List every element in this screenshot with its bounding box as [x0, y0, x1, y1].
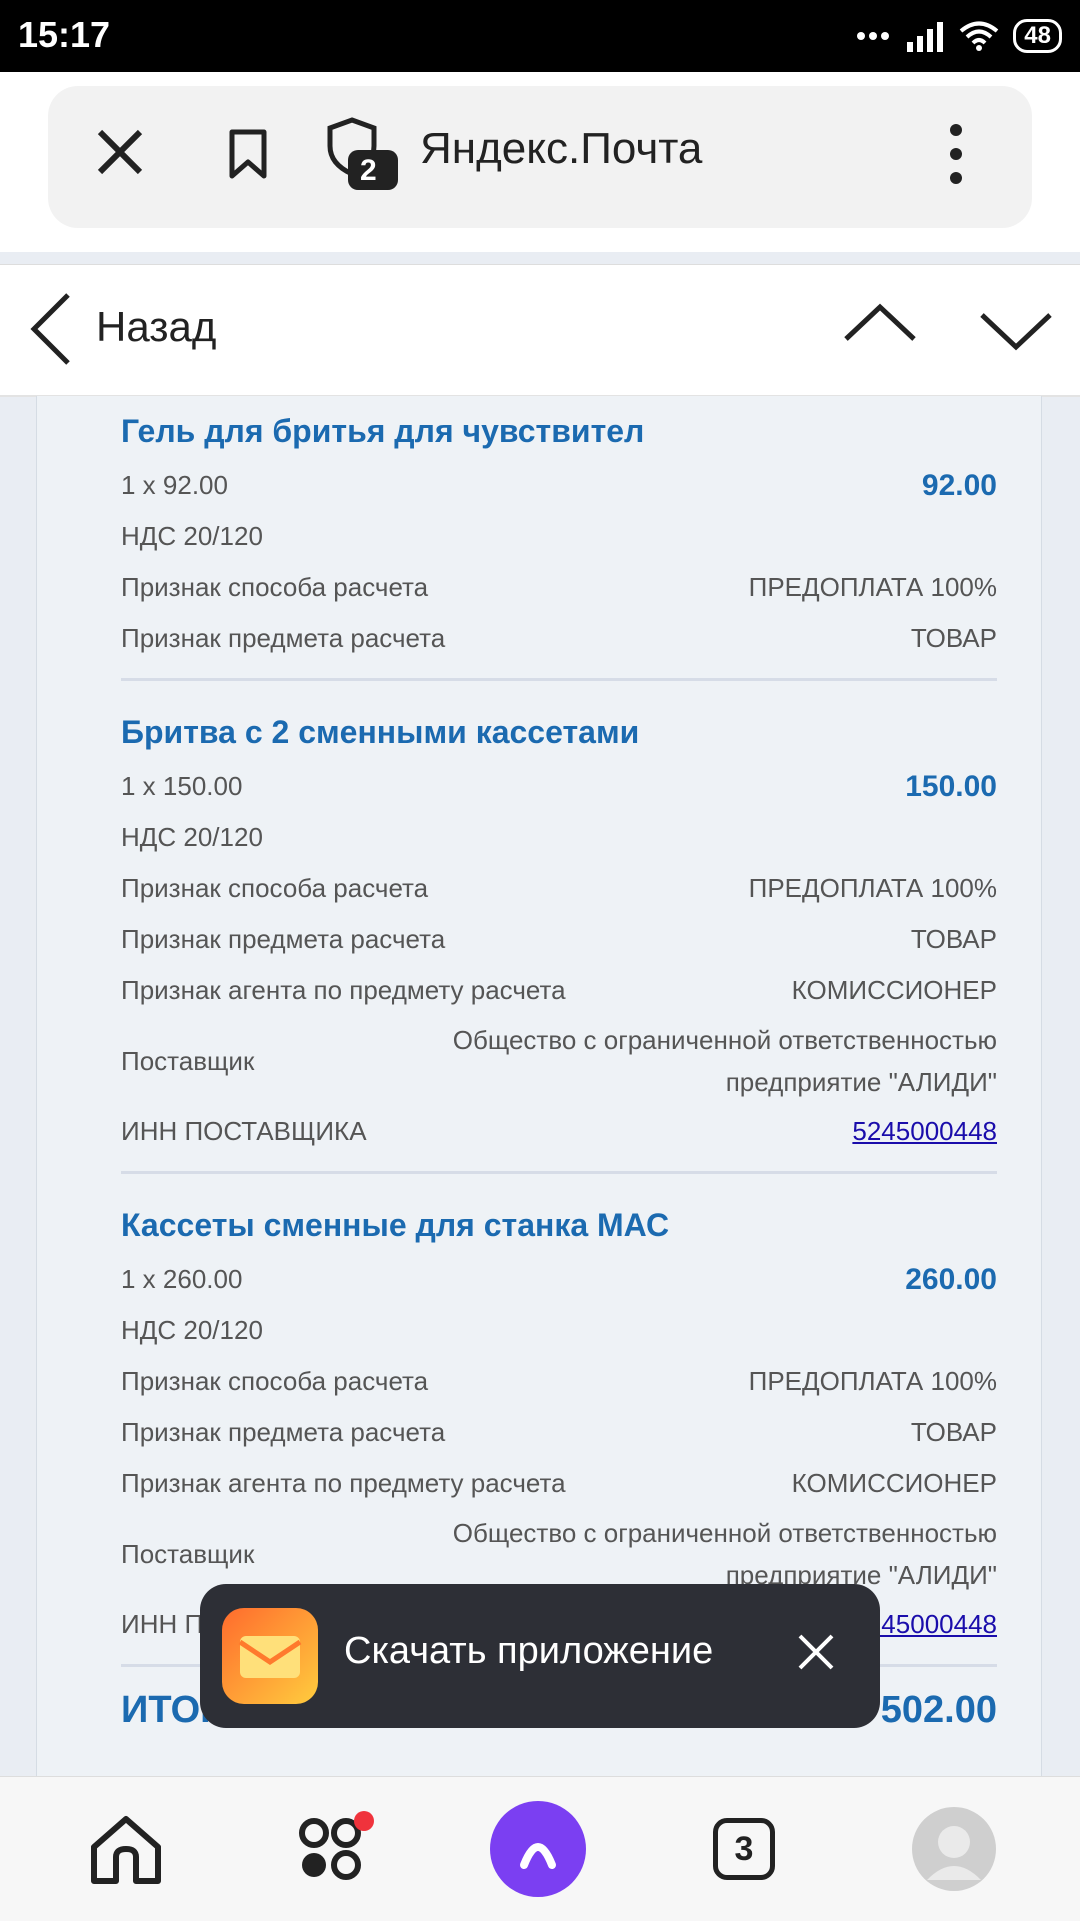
- inn-label: ИНН ПОСТАВЩИКА: [121, 1116, 367, 1146]
- subject-label: Признак предмета расчета: [121, 924, 446, 954]
- item-title: Кассеты сменные для станка МАС: [121, 1207, 670, 1243]
- item-title: Гель для бритья для чувствител: [121, 413, 645, 449]
- receipt-body: Гель для бритья для чувствител 1 x 92.00…: [36, 396, 1042, 1776]
- item-qty: 1 x 150.00: [121, 771, 243, 801]
- tabs-button[interactable]: 3: [694, 1799, 794, 1899]
- status-time: 15:17: [18, 14, 111, 55]
- item-pay-method-row: Признак способа расчета ПРЕДОПЛАТА 100%: [121, 1356, 997, 1407]
- bookmark-icon: [229, 129, 267, 179]
- browser-bar: 2 Яндекс.Почта: [0, 72, 1080, 252]
- inn-link[interactable]: 5245000448: [852, 1116, 997, 1147]
- status-bar: 15:17 48: [0, 0, 1080, 72]
- supplier-label: Поставщик: [121, 1045, 255, 1076]
- yandex-mail-app-icon: [222, 1608, 318, 1704]
- receipt-item: Гель для бритья для чувствител 1 x 92.00…: [121, 396, 997, 681]
- supplier-line-1: Общество с ограниченной ответственностью: [452, 1518, 997, 1548]
- item-qty: 1 x 92.00: [121, 470, 228, 500]
- item-title: Бритва с 2 сменными кассетами: [121, 714, 640, 750]
- agent-label: Признак агента по предмету расчета: [121, 1468, 566, 1498]
- close-icon: [97, 129, 143, 175]
- item-subject-row: Признак предмета расчета ТОВАР: [121, 613, 997, 664]
- subject-label: Признак предмета расчета: [121, 623, 446, 653]
- close-icon: [798, 1634, 834, 1670]
- item-qty-row: 1 x 92.00 92.00: [121, 460, 997, 511]
- home-icon: [91, 1816, 161, 1884]
- download-app-toast[interactable]: Скачать приложение: [200, 1584, 880, 1728]
- item-vat-row: НДС 20/120: [121, 511, 997, 562]
- next-message-button[interactable]: [976, 297, 1056, 357]
- services-button[interactable]: [284, 1799, 384, 1899]
- item-qty-row: 1 x 260.00 260.00: [121, 1254, 997, 1305]
- pay-method-label: Признак способа расчета: [121, 873, 429, 903]
- system-indicators: 48: [855, 14, 1062, 58]
- item-vat-row: НДС 20/120: [121, 812, 997, 863]
- previous-message-button[interactable]: [840, 297, 920, 357]
- protection-button[interactable]: 2: [326, 116, 400, 192]
- item-subject-row: Признак предмета расчета ТОВАР: [121, 914, 997, 965]
- toast-close-button[interactable]: [794, 1630, 838, 1679]
- apps-grid-icon: [299, 1811, 374, 1880]
- site-title[interactable]: Яндекс.Почта: [420, 124, 702, 174]
- battery-indicator: 48: [1013, 19, 1062, 53]
- item-agent-row: Признак агента по предмету расчета КОМИСС…: [121, 1458, 997, 1509]
- subject-value: ТОВАР: [910, 924, 997, 954]
- chevron-up-icon: [844, 303, 916, 341]
- back-label: Назад: [96, 303, 217, 350]
- supplier-label: Поставщик: [121, 1538, 255, 1569]
- item-vat: НДС 20/120: [121, 521, 263, 551]
- agent-value: КОМИССИОНЕР: [791, 1468, 997, 1498]
- item-pay-method-row: Признак способа расчета ПРЕДОПЛАТА 100%: [121, 562, 997, 613]
- bookmark-button[interactable]: [218, 122, 278, 186]
- avatar-icon: [912, 1807, 996, 1891]
- item-qty-row: 1 x 150.00 150.00: [121, 761, 997, 812]
- receipt-items: Гель для бритья для чувствител 1 x 92.00…: [121, 396, 997, 1732]
- item-vat: НДС 20/120: [121, 1315, 263, 1345]
- home-button[interactable]: [76, 1799, 176, 1899]
- more-dots-icon: [857, 32, 890, 40]
- item-pay-method-row: Признак способа расчета ПРЕДОПЛАТА 100%: [121, 863, 997, 914]
- receipt-item: Бритва с 2 сменными кассетами 1 x 150.00…: [121, 697, 997, 1174]
- pay-method-value: ПРЕДОПЛАТА 100%: [748, 572, 997, 602]
- item-sum: 92.00: [921, 468, 997, 502]
- profile-button[interactable]: [904, 1799, 1004, 1899]
- subject-value: ТОВАР: [910, 623, 997, 653]
- item-qty: 1 x 260.00: [121, 1264, 243, 1294]
- close-tab-button[interactable]: [90, 122, 150, 182]
- subject-label: Признак предмета расчета: [121, 1417, 446, 1447]
- toast-text: Скачать приложение: [344, 1630, 714, 1672]
- bottom-navigation: 3: [0, 1776, 1080, 1921]
- item-subject-row: Признак предмета расчета ТОВАР: [121, 1407, 997, 1458]
- browser-menu-button[interactable]: [936, 122, 976, 186]
- total-value: 502.00: [880, 1689, 997, 1731]
- tab-count: 3: [713, 1818, 775, 1880]
- subject-value: ТОВАР: [910, 1417, 997, 1447]
- pay-method-label: Признак способа расчета: [121, 572, 429, 602]
- pay-method-value: ПРЕДОПЛАТА 100%: [748, 873, 997, 903]
- back-button[interactable]: Назад: [14, 283, 254, 375]
- alice-button[interactable]: [488, 1799, 588, 1899]
- pay-method-value: ПРЕДОПЛАТА 100%: [748, 1366, 997, 1396]
- mail-toolbar: Назад: [0, 264, 1080, 397]
- agent-value: КОМИССИОНЕР: [791, 975, 997, 1005]
- kebab-menu-icon: [950, 124, 962, 184]
- shield-count: 2: [360, 154, 377, 187]
- item-sum: 260.00: [905, 1262, 997, 1296]
- item-agent-row: Признак агента по предмету расчета КОМИСС…: [121, 965, 997, 1016]
- item-supplier-row: Поставщик Общество с ограниченной ответст…: [121, 1016, 997, 1106]
- chevron-down-icon: [980, 313, 1052, 351]
- pay-method-label: Признак способа расчета: [121, 1366, 429, 1396]
- supplier-line-1: Общество с ограниченной ответственностью: [452, 1025, 997, 1055]
- supplier-line-2: предприятие "АЛИДИ": [725, 1067, 997, 1097]
- chevron-left-icon: [30, 293, 70, 365]
- alice-assistant-icon: [490, 1801, 586, 1897]
- agent-label: Признак агента по предмету расчета: [121, 975, 566, 1005]
- item-sum: 150.00: [905, 769, 997, 803]
- item-inn-row: ИНН ПОСТАВЩИКА 5245000448: [121, 1106, 997, 1157]
- envelope-icon: [238, 1636, 302, 1678]
- supplier-value: Общество с ограниченной ответственностью…: [453, 1019, 997, 1103]
- item-vat: НДС 20/120: [121, 822, 263, 852]
- item-vat-row: НДС 20/120: [121, 1305, 997, 1356]
- wifi-icon: [960, 21, 999, 51]
- signal-icon: [907, 22, 944, 52]
